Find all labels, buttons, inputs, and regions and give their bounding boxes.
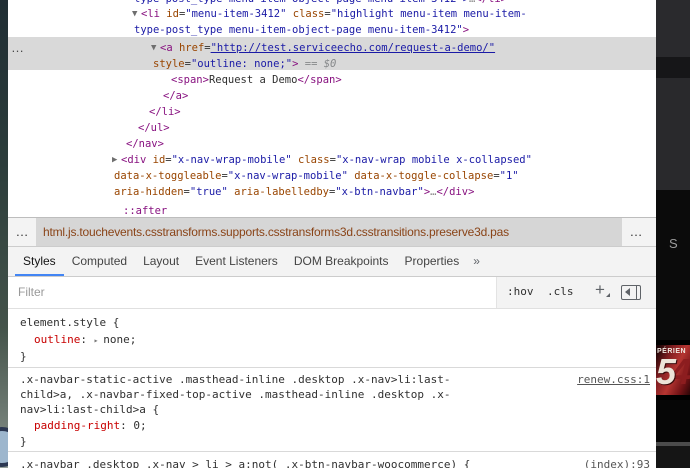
dom-node-line[interactable]: ::after: [123, 203, 167, 217]
new-style-rule-button[interactable]: +: [595, 280, 605, 300]
collapsed-arrow-icon[interactable]: ▶: [112, 152, 117, 169]
rule-separator: [8, 451, 656, 452]
dom-node-line[interactable]: type-post_type menu-item-object-page men…: [134, 22, 469, 38]
dom-node-line[interactable]: data-x-toggleable="x-nav-wrap-mobile" da…: [114, 168, 519, 184]
page-text-fragment: S: [669, 236, 678, 251]
style-rule-line[interactable]: }: [20, 435, 27, 449]
tab-event-listeners[interactable]: Event Listeners: [187, 247, 286, 276]
style-rule-line[interactable]: }: [20, 350, 27, 364]
rule-separator: [8, 367, 656, 368]
toggle-computed-sidebar-icon[interactable]: [621, 285, 641, 300]
expanded-arrow-icon[interactable]: ▼: [132, 6, 137, 23]
styles-pane[interactable]: element.style { outline: ▸ none;} .x-navba…: [8, 309, 656, 468]
dom-node-line[interactable]: <span>Request a Demo</span>: [171, 72, 342, 88]
dom-node-line[interactable]: </ul>: [138, 120, 170, 136]
dom-node-line[interactable]: <li id="menu-item-3412" class="highlight…: [141, 6, 527, 22]
style-rule-line[interactable]: .x-navbar .desktop .x-nav > li > a:not( …: [20, 458, 470, 468]
style-rule-line[interactable]: .x-navbar-static-active .masthead-inline…: [20, 373, 450, 387]
tab-styles[interactable]: Styles: [15, 247, 64, 276]
style-source-link[interactable]: renew.css:1: [577, 373, 650, 387]
elements-tree[interactable]: … type-post_type menu-item-object-page m…: [8, 0, 656, 217]
breadcrumb-selected-crumb[interactable]: html.js.touchevents.csstransforms.suppor…: [36, 218, 622, 246]
breadcrumb-overflow-left[interactable]: …: [8, 218, 36, 246]
dom-node-line[interactable]: </li>: [149, 104, 181, 120]
dom-node-line[interactable]: </a>: [163, 88, 188, 104]
style-rule-line[interactable]: padding-right: 0;: [34, 419, 147, 433]
styles-filter-bar: Filter :hov .cls +: [8, 277, 656, 309]
page-black-band: [656, 400, 690, 442]
background-page-left: [0, 0, 8, 468]
dom-node-line[interactable]: <div id="x-nav-wrap-mobile" class="x-nav…: [121, 152, 532, 168]
tab-computed[interactable]: Computed: [64, 247, 135, 276]
style-rule-line[interactable]: element.style {: [20, 316, 119, 330]
page-black-band: S: [656, 190, 690, 340]
filter-placeholder: Filter: [18, 285, 45, 299]
dom-node-line[interactable]: <a href="http://test.serviceecho.com/req…: [160, 40, 495, 56]
dom-node-line[interactable]: aria-hidden="true" aria-labelledby="x-bt…: [114, 184, 474, 200]
breadcrumb-overflow-right[interactable]: …: [622, 218, 650, 246]
expanded-arrow-icon[interactable]: ▼: [151, 40, 156, 57]
style-source-link[interactable]: (index):93: [584, 458, 650, 468]
element-classes-button[interactable]: .cls: [547, 285, 574, 298]
plus-icon: +: [595, 280, 605, 299]
tab-properties[interactable]: Properties: [397, 247, 468, 276]
styles-filter-input[interactable]: Filter: [8, 277, 497, 308]
style-rule-line[interactable]: outline: ▸ none;: [34, 333, 136, 348]
plus-dropdown-corner-icon: [606, 293, 610, 297]
magazine-cover-image: PÉRIEN 4 5: [656, 345, 690, 395]
node-overflow-ellipsis[interactable]: …: [11, 40, 24, 56]
breadcrumb-bar: … html.js.touchevents.csstransforms.supp…: [8, 217, 656, 247]
page-dark-band: [656, 57, 690, 78]
page-image-fragment: PÉRIEN 4 5: [656, 340, 690, 400]
dom-node-line[interactable]: style="outline: none;"> == $0: [153, 56, 336, 72]
dom-node-line[interactable]: </nav>: [126, 136, 164, 152]
page-header-band: [656, 0, 690, 57]
tab-dom-breakpoints[interactable]: DOM Breakpoints: [286, 247, 397, 276]
tab-layout[interactable]: Layout: [135, 247, 187, 276]
style-rule-line[interactable]: child>a, .x-navbar-fixed-top-active .mas…: [20, 388, 450, 402]
devtools-window: … type-post_type menu-item-object-page m…: [8, 0, 656, 468]
toggle-element-state-button[interactable]: :hov: [507, 285, 534, 298]
image-digit-front: 5: [656, 354, 676, 390]
style-rule-line[interactable]: nav>li:last-child>a {: [20, 403, 159, 417]
tabs-overflow-button[interactable]: »: [467, 247, 486, 276]
page-footer-band: [656, 446, 690, 468]
background-page-right: S PÉRIEN 4 5: [656, 0, 690, 468]
page-gray-band: [656, 78, 690, 190]
screenshot-root: … type-post_type menu-item-object-page m…: [0, 0, 690, 468]
sidebar-tab-bar: StylesComputedLayoutEvent ListenersDOM B…: [8, 247, 656, 277]
